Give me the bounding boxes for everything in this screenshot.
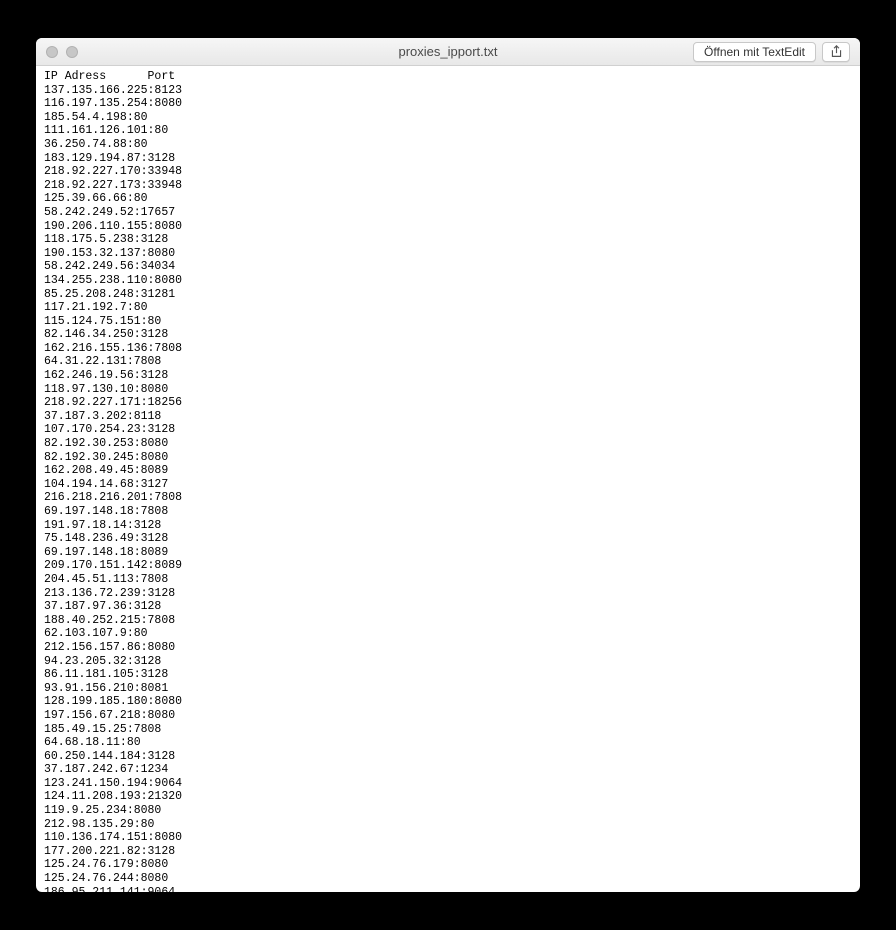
share-icon [830, 45, 843, 58]
open-with-button[interactable]: Öffnen mit TextEdit [693, 42, 816, 62]
minimize-icon[interactable] [66, 46, 78, 58]
share-button[interactable] [822, 42, 850, 62]
file-content-area: IP Adress Port 137.135.166.225:8123 116.… [36, 66, 860, 892]
titlebar: proxies_ipport.txt Öffnen mit TextEdit [36, 38, 860, 66]
traffic-lights [46, 46, 78, 58]
file-text: IP Adress Port 137.135.166.225:8123 116.… [44, 70, 852, 892]
close-icon[interactable] [46, 46, 58, 58]
toolbar-right: Öffnen mit TextEdit [693, 42, 850, 62]
quicklook-window: proxies_ipport.txt Öffnen mit TextEdit I… [36, 38, 860, 892]
